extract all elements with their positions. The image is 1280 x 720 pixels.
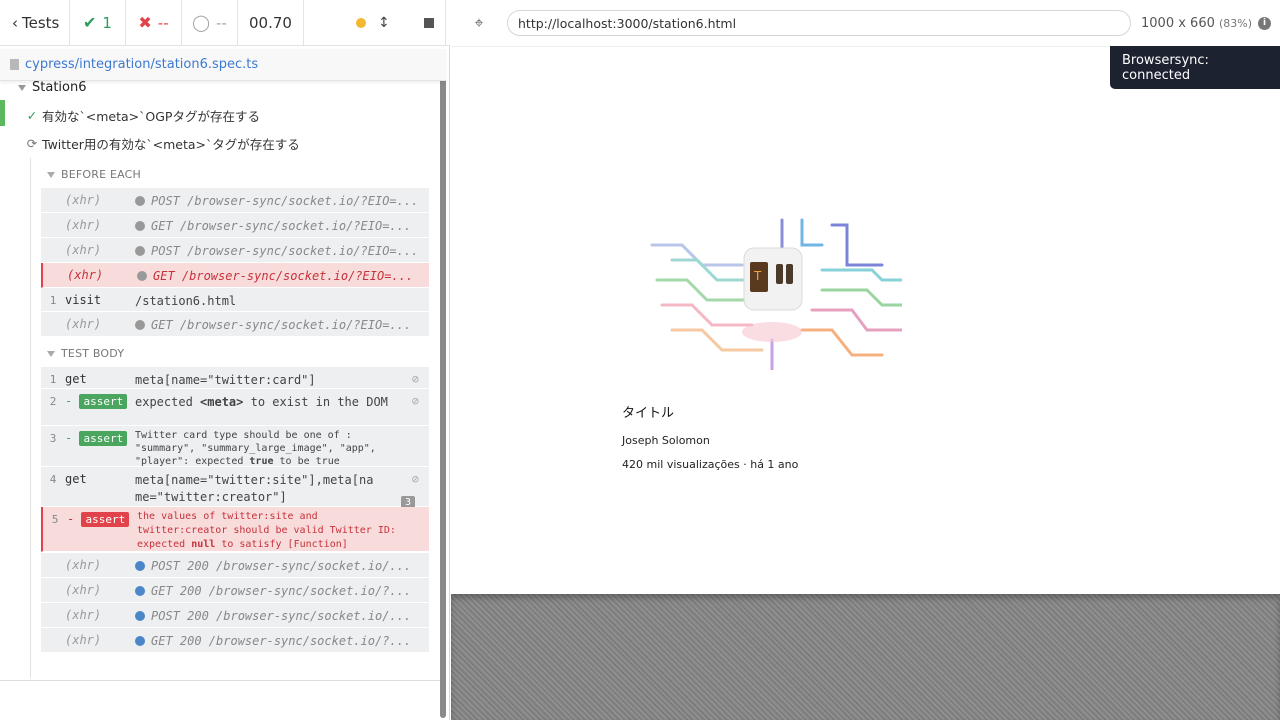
status-dot-icon [135,636,145,646]
divider [0,680,446,681]
hero-illustration: T [650,218,902,370]
test-title: Twitter用の有効な`<meta>`タグが存在する [42,136,300,152]
aut-header: ⌖ http://localhost:3000/station6.html 10… [451,0,1280,46]
command-xhr[interactable]: (xhr) POST /browser-sync/socket.io/?EIO=… [41,188,429,213]
resize-icon[interactable]: ↕ [378,15,390,31]
file-icon [10,59,19,70]
aut-gutter [451,594,1280,720]
command-xhr-failed[interactable]: (xhr) GET /browser-sync/socket.io/?EIO=.… [41,263,429,288]
chevron-left-icon: ‹ [12,13,18,32]
status-dot-icon [135,611,145,621]
command-xhr[interactable]: (xhr) POST /browser-sync/socket.io/?EIO=… [41,238,429,263]
command-assert-failed[interactable]: 5 - assert the values of twitter:site an… [41,507,429,552]
spec-file-bar: cypress/integration/station6.spec.ts [0,49,446,81]
command-xhr[interactable]: (xhr) GET /browser-sync/socket.io/?EIO=.… [41,213,429,238]
status-dot-icon [135,320,145,330]
test-item-twitter[interactable]: ⟳ Twitter用の有効な`<meta>`タグが存在する [0,130,438,156]
chevron-down-icon [47,351,55,357]
command-get[interactable]: 1 get meta[name="twitter:card"] ⊘ [41,367,429,389]
stop-icon[interactable] [423,17,434,28]
command-visit[interactable]: 1 visit /station6.html [41,288,429,312]
status-dot-icon [135,221,145,231]
tests-label: Tests [22,13,60,32]
stats-bar: ‹ Tests ✔ 1 ✖ -- ◯ -- 00.70 ↕ [0,0,450,46]
page-author: Joseph Solomon [622,434,710,447]
test-title: 有効な`<meta>`OGPタグが存在する [42,108,260,124]
status-dot-icon [135,586,145,596]
command-xhr[interactable]: (xhr) POST 200 /browser-sync/socket.io/.… [41,603,429,628]
duration: 00.70 [238,0,304,46]
eye-slash-icon: ⊘ [411,472,419,486]
command-assert[interactable]: 3 - assert Twitter card type should be o… [41,426,429,467]
eye-slash-icon: ⊘ [411,372,419,386]
status-dot-icon [135,246,145,256]
command-xhr[interactable]: (xhr) GET 200 /browser-sync/socket.io/?.… [41,628,429,653]
hook-test-body[interactable]: TEST BODY [47,347,124,360]
spec-file-link[interactable]: cypress/integration/station6.spec.ts [25,57,258,72]
command-get[interactable]: 4 get meta[name="twitter:site"],meta[na … [41,467,429,509]
suite-title[interactable]: Station6 [18,80,87,95]
command-xhr[interactable]: (xhr) GET /browser-sync/socket.io/?EIO=.… [41,312,429,337]
command-log: BEFORE EACH (xhr) POST /browser-sync/soc… [30,158,438,678]
browsersync-toast: Browsersync: connected [1110,46,1280,89]
url-bar[interactable]: http://localhost:3000/station6.html [507,10,1131,36]
page-meta: 420 mil visualizações · há 1 ano [622,458,799,471]
status-dot-icon [135,196,145,206]
check-icon: ✓ [26,107,38,123]
pending-count: ◯ -- [182,0,238,46]
status-dot-icon [137,271,147,281]
running-dot-icon [356,17,366,28]
command-xhr[interactable]: (xhr) POST 200 /browser-sync/socket.io/.… [41,553,429,578]
failed-count: ✖ -- [126,0,182,46]
viewport-info: 1000 x 660 (83%) [1141,15,1253,31]
check-icon: ✔ [83,13,97,32]
x-icon: ✖ [138,13,152,32]
svg-text:T: T [753,269,762,283]
assert-badge: assert [79,431,128,446]
run-controls: ↕ [304,0,446,46]
spinner-icon: ◯ [192,13,211,32]
scrollbar[interactable] [440,56,446,718]
runnables: Station6 ✓ 有効な`<meta>`OGPタグが存在する ⟳ Twitt… [0,78,438,680]
status-dot-icon [135,561,145,571]
command-xhr[interactable]: (xhr) GET 200 /browser-sync/socket.io/?.… [41,578,429,603]
hook-before-each[interactable]: BEFORE EACH [47,168,141,181]
info-icon[interactable]: i [1258,16,1272,30]
passed-count: ✔ 1 [70,0,126,46]
assert-badge: assert [81,512,130,527]
test-item-ogp[interactable]: ✓ 有効な`<meta>`OGPタグが存在する [0,102,438,128]
reporter-panel: ‹ Tests ✔ 1 ✖ -- ◯ -- 00.70 ↕ cypress/in… [0,0,450,720]
chevron-down-icon [18,84,26,91]
selector-crosshair-icon[interactable]: ⌖ [451,13,507,33]
chevron-down-icon [47,172,55,178]
command-assert[interactable]: 2 - assert expected <meta> to exist in t… [41,389,429,426]
tests-button[interactable]: ‹ Tests [0,0,70,46]
spinner-icon: ⟳ [26,135,38,151]
page-title: タイトル [622,406,675,421]
assert-badge: assert [79,394,128,409]
eye-slash-icon: ⊘ [411,394,419,408]
